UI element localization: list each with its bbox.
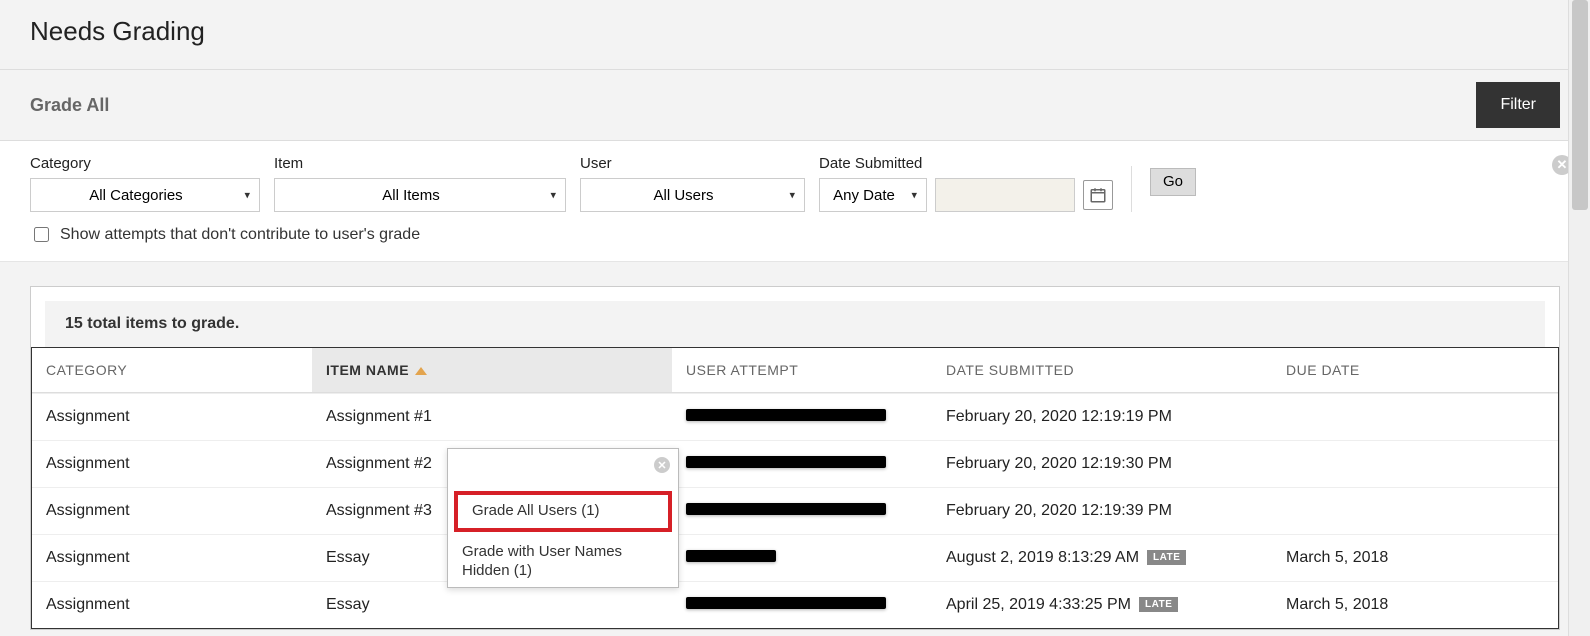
col-item-name-label: ITEM NAME: [326, 362, 409, 378]
cell-date-submitted: February 20, 2020 12:19:39 PM: [932, 488, 1272, 534]
table-row[interactable]: AssignmentAssignment #2February 20, 2020…: [32, 440, 1558, 487]
filter-item-label: Item: [274, 155, 566, 172]
calendar-icon[interactable]: [1083, 180, 1113, 210]
table-row[interactable]: AssignmentAssignment #3February 20, 2020…: [32, 487, 1558, 534]
cell-due-date: [1272, 488, 1558, 534]
date-input[interactable]: [935, 178, 1075, 212]
results-panel: 15 total items to grade. CATEGORY ITEM N…: [30, 286, 1560, 630]
show-attempts-row: Show attempts that don't contribute to u…: [30, 224, 1560, 245]
cell-category: Assignment: [32, 488, 312, 534]
cell-user-attempt[interactable]: [672, 582, 932, 628]
cell-item-name[interactable]: Essay: [312, 582, 672, 628]
show-attempts-label: Show attempts that don't contribute to u…: [60, 226, 420, 244]
cell-date-submitted: February 20, 2020 12:19:19 PM: [932, 394, 1272, 440]
redacted-user: [686, 456, 886, 468]
cell-due-date: [1272, 441, 1558, 487]
cell-user-attempt[interactable]: [672, 441, 932, 487]
show-attempts-checkbox[interactable]: [34, 227, 49, 242]
redacted-user: [686, 503, 886, 515]
redacted-user: [686, 550, 776, 562]
cell-date-submitted: February 20, 2020 12:19:30 PM: [932, 441, 1272, 487]
filter-item: Item All Items: [274, 155, 566, 212]
redacted-user: [686, 409, 886, 421]
table-header: CATEGORY ITEM NAME USER ATTEMPT DATE SUB…: [32, 348, 1558, 393]
scrollbar-thumb[interactable]: [1572, 0, 1588, 210]
filter-category-label: Category: [30, 155, 260, 172]
cell-category: Assignment: [32, 535, 312, 581]
divider: [1131, 166, 1132, 212]
grading-table: CATEGORY ITEM NAME USER ATTEMPT DATE SUB…: [31, 347, 1559, 629]
col-due-date[interactable]: DUE DATE: [1272, 348, 1558, 393]
cell-category: Assignment: [32, 582, 312, 628]
item-context-menu: ✕ Grade All Users (1) Grade with User Na…: [447, 448, 679, 588]
item-select[interactable]: All Items: [274, 178, 566, 212]
scrollbar[interactable]: [1568, 0, 1590, 636]
col-category[interactable]: CATEGORY: [32, 348, 312, 393]
table-row[interactable]: AssignmentAssignment #1 February 20, 2020…: [32, 393, 1558, 440]
cell-due-date: March 5, 2018: [1272, 535, 1558, 581]
cell-category: Assignment: [32, 441, 312, 487]
col-item-name[interactable]: ITEM NAME: [312, 348, 672, 393]
table-row[interactable]: AssignmentEssayAugust 2, 2019 8:13:29 AM…: [32, 534, 1558, 581]
close-menu-icon[interactable]: ✕: [654, 457, 670, 473]
cell-due-date: March 5, 2018: [1272, 582, 1558, 628]
date-select[interactable]: Any Date: [819, 178, 927, 212]
category-select[interactable]: All Categories: [30, 178, 260, 212]
redacted-user: [686, 597, 886, 609]
filter-date-label: Date Submitted: [819, 155, 1113, 172]
page-title: Needs Grading: [0, 0, 1590, 69]
cell-user-attempt[interactable]: [672, 488, 932, 534]
cell-date-submitted: August 2, 2019 8:13:29 AMLATE: [932, 535, 1272, 581]
user-select[interactable]: All Users: [580, 178, 805, 212]
total-count: 15 total items to grade.: [45, 301, 1545, 347]
menu-grade-all-users[interactable]: Grade All Users (1): [454, 491, 672, 532]
cell-item-name[interactable]: Assignment #1: [312, 394, 672, 440]
filter-category: Category All Categories: [30, 155, 260, 212]
cell-user-attempt[interactable]: [672, 535, 932, 581]
late-badge: LATE: [1139, 597, 1178, 612]
table-row[interactable]: AssignmentEssay April 25, 2019 4:33:25 PM…: [32, 581, 1558, 628]
cell-date-submitted: April 25, 2019 4:33:25 PMLATE: [932, 582, 1272, 628]
menu-grade-hidden[interactable]: Grade with User Names Hidden (1): [448, 536, 678, 588]
filters-panel: ✕ Category All Categories Item All Items…: [0, 141, 1590, 262]
grade-all-bar: Grade All Filter: [0, 69, 1590, 141]
filter-user-label: User: [580, 155, 805, 172]
filter-button[interactable]: Filter: [1476, 82, 1560, 128]
sort-ascending-icon: [415, 367, 427, 375]
cell-user-attempt[interactable]: [672, 394, 932, 440]
filter-user: User All Users: [580, 155, 805, 212]
go-button[interactable]: Go: [1150, 168, 1196, 196]
col-user-attempt[interactable]: USER ATTEMPT: [672, 348, 932, 393]
filter-date: Date Submitted Any Date: [819, 155, 1113, 212]
late-badge: LATE: [1147, 550, 1186, 565]
cell-due-date: [1272, 394, 1558, 440]
cell-category: Assignment: [32, 394, 312, 440]
col-date-submitted[interactable]: DATE SUBMITTED: [932, 348, 1272, 393]
grade-all-label[interactable]: Grade All: [30, 95, 109, 116]
